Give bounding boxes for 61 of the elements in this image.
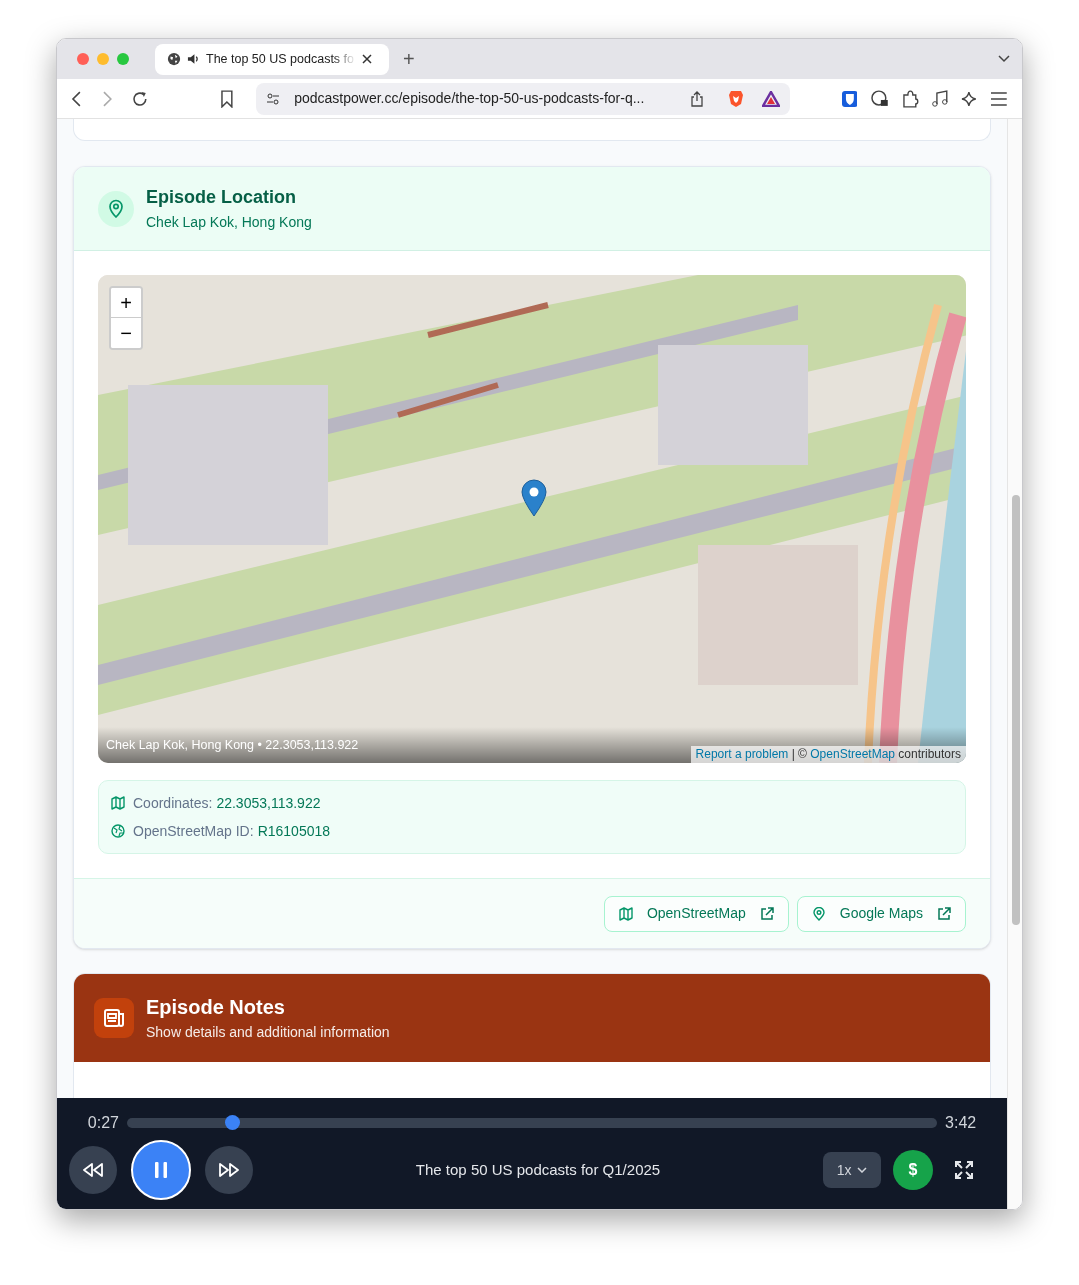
report-problem-link[interactable]: Report a problem: [695, 747, 789, 761]
fast-forward-button[interactable]: [205, 1146, 253, 1194]
url-text: podcastpower.cc/episode/the-top-50-us-podcasts-for-q...: [294, 89, 645, 108]
scrollbar[interactable]: [1007, 119, 1022, 1209]
card-subtitle: Show details and additional information: [146, 1023, 390, 1042]
map-attribution: Report a problem | © OpenStreetMap contributors: [690, 746, 967, 763]
speed-dropdown[interactable]: 1x: [823, 1152, 882, 1188]
address-bar[interactable]: podcastpower.cc/episode/the-top-50-us-podcasts-for-q...: [256, 82, 790, 115]
external-link-icon: [937, 906, 952, 921]
scrollbar-thumb[interactable]: [1012, 495, 1021, 925]
map-caption: Chek Lap Kok, Hong Kong • 22.3053,113.922: [106, 737, 359, 755]
external-link-button[interactable]: Google Maps: [796, 895, 967, 932]
fullscreen-icon[interactable]: [955, 1161, 974, 1179]
speaker-icon: [187, 53, 200, 65]
location-pin-icon: [98, 190, 134, 227]
progress-track[interactable]: [127, 1118, 938, 1128]
progress-thumb[interactable]: [225, 1115, 241, 1130]
reload-icon[interactable]: [130, 89, 149, 108]
openstreetmap-link[interactable]: OpenStreetMap: [810, 747, 895, 761]
chevron-down-icon[interactable]: [998, 55, 1010, 63]
detail-label: Coordinates:: [133, 794, 213, 813]
external-link-icon: [759, 906, 774, 921]
chevron-down-icon: [857, 1167, 868, 1173]
episode-title: The top 50 US podcasts for Q1/2025: [414, 1159, 662, 1180]
card-subtitle: Chek Lap Kok, Hong Kong: [146, 212, 312, 232]
tab-title: The top 50 US podcasts fo: [206, 50, 355, 68]
zoom-in-button[interactable]: +: [111, 288, 141, 318]
location-pin-icon: [811, 906, 826, 921]
detail-value: 22.3053,113.922: [216, 794, 321, 813]
card-title: Episode Location: [146, 185, 297, 209]
pause-icon: [154, 1161, 168, 1179]
site-settings-icon[interactable]: [266, 91, 281, 106]
back-icon[interactable]: [71, 90, 83, 107]
new-tab-button[interactable]: +: [403, 49, 415, 69]
globe-icon: [111, 824, 125, 838]
rewind-button[interactable]: [69, 1146, 117, 1194]
pause-button[interactable]: [131, 1140, 191, 1200]
elapsed-time: 0:27: [86, 1113, 120, 1133]
map[interactable]: + − Chek Lap Kok, Hong Kong • 22.3053,113.922 Report a problem | © OpenStreetMap contributors: [98, 275, 967, 763]
share-icon[interactable]: [689, 90, 704, 107]
rewind-icon: [82, 1163, 104, 1177]
map-marker-icon: [521, 479, 547, 517]
external-link-button[interactable]: OpenStreetMap: [603, 895, 789, 932]
map-icon: [618, 906, 633, 921]
total-duration: 3:42: [944, 1113, 978, 1133]
close-tab-icon[interactable]: [362, 54, 372, 64]
map-icon: [111, 796, 125, 810]
globe-icon: [167, 52, 181, 66]
detail-label: OpenStreetMap ID:: [133, 822, 254, 841]
music-note-icon[interactable]: [930, 89, 949, 108]
newspaper-icon: [94, 998, 134, 1038]
detail-value: R16105018: [257, 822, 331, 841]
menu-icon[interactable]: [990, 91, 1008, 106]
fast-forward-icon: [218, 1163, 240, 1177]
bookmark-icon[interactable]: [220, 89, 235, 108]
sparkle-icon[interactable]: [960, 89, 979, 108]
browser-tab[interactable]: The top 50 US podcasts fo: [155, 43, 389, 75]
card-title: Episode Notes: [146, 995, 286, 1020]
shield-extension-icon[interactable]: [841, 90, 858, 107]
triangle-icon[interactable]: [761, 90, 780, 107]
puzzle-icon[interactable]: [901, 89, 919, 108]
